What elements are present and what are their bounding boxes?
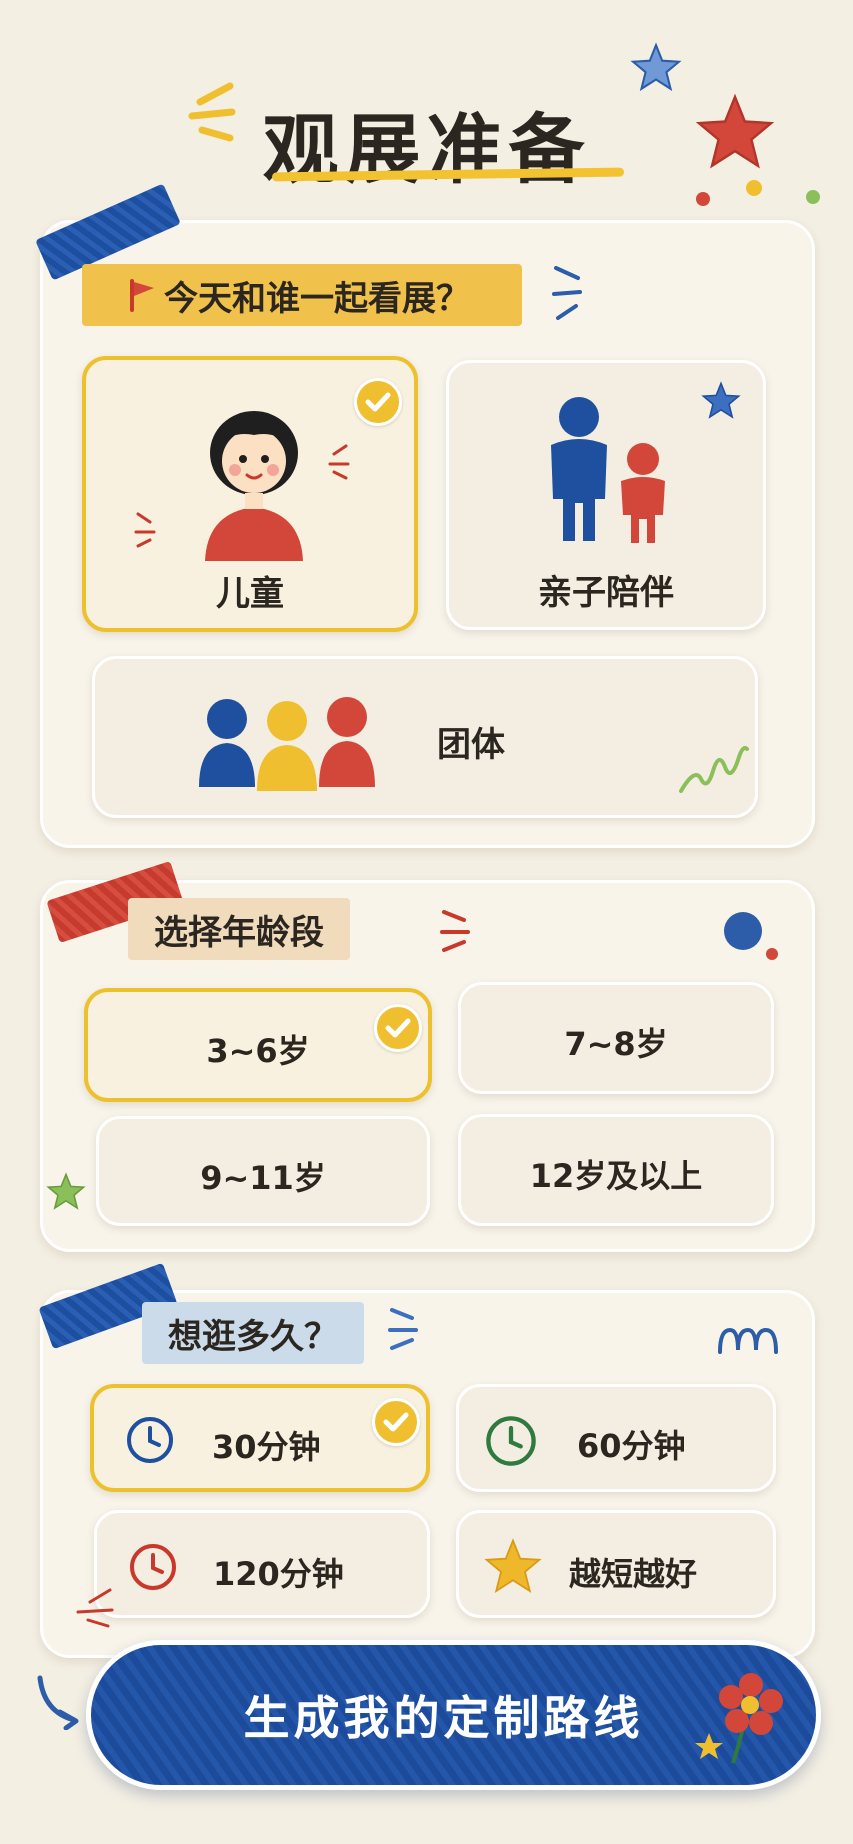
option-parent-child[interactable]: 亲子陪伴 bbox=[446, 360, 766, 630]
checkmark-icon bbox=[354, 378, 402, 426]
clock-icon bbox=[486, 1416, 536, 1466]
parent-child-icon bbox=[551, 397, 665, 543]
age-option-7-8[interactable]: 7~8岁 bbox=[458, 982, 774, 1094]
option-label: 越短越好 bbox=[569, 1555, 698, 1593]
flag-icon bbox=[130, 279, 154, 312]
option-label: 儿童 bbox=[216, 574, 284, 614]
age-tag: 选择年龄段 bbox=[128, 898, 350, 960]
star-icon bbox=[484, 1538, 542, 1593]
option-label: 亲子陪伴 bbox=[538, 573, 674, 613]
page-title: 观展准备 bbox=[262, 105, 591, 194]
option-label: 9~11岁 bbox=[200, 1159, 326, 1197]
duration-tag: 想逛多久？ bbox=[142, 1302, 364, 1364]
option-label: 7~8岁 bbox=[564, 1025, 668, 1063]
option-child[interactable]: 儿童 bbox=[82, 356, 418, 632]
checkmark-icon bbox=[374, 1004, 422, 1052]
companion-tag: 今天和谁一起看展？ bbox=[82, 264, 522, 326]
age-option-3-6[interactable]: 3~6岁 bbox=[84, 988, 432, 1102]
star-icon bbox=[630, 42, 682, 92]
doodle-lines-icon bbox=[76, 1588, 114, 1628]
option-label: 120分钟 bbox=[213, 1555, 344, 1593]
clock-icon bbox=[127, 1417, 173, 1463]
dot-icon bbox=[766, 948, 778, 960]
doodle-lines-icon bbox=[388, 1308, 418, 1350]
child-icon bbox=[205, 411, 303, 561]
duration-label: 想逛多久？ bbox=[168, 1316, 338, 1357]
duration-option-shortest[interactable]: 越短越好 bbox=[456, 1510, 776, 1618]
duration-option-120[interactable]: 120分钟 bbox=[94, 1510, 430, 1618]
generate-route-button[interactable]: 生成我的定制路线 bbox=[86, 1640, 821, 1790]
squiggle-icon bbox=[718, 1327, 778, 1354]
dot-icon bbox=[724, 912, 762, 950]
arrow-icon bbox=[37, 1675, 79, 1730]
option-label: 30分钟 bbox=[212, 1428, 321, 1466]
duration-option-30[interactable]: 30分钟 bbox=[90, 1384, 430, 1492]
age-option-9-11[interactable]: 9~11岁 bbox=[96, 1116, 430, 1226]
doodle-lines-icon bbox=[552, 266, 582, 320]
doodle-lines-icon bbox=[328, 444, 350, 480]
cta-label: 生成我的定制路线 bbox=[243, 1691, 644, 1745]
clock-icon bbox=[130, 1544, 176, 1590]
doodle-lines-icon bbox=[440, 910, 470, 952]
companion-label: 今天和谁一起看展？ bbox=[164, 278, 470, 319]
option-label: 12岁及以上 bbox=[529, 1157, 703, 1195]
group-icon bbox=[199, 697, 375, 791]
option-group[interactable]: 团体 bbox=[92, 656, 758, 818]
star-icon bbox=[46, 1172, 86, 1210]
option-label: 60分钟 bbox=[577, 1427, 686, 1465]
checkmark-icon bbox=[372, 1398, 420, 1446]
doodle-lines-icon bbox=[134, 512, 156, 548]
age-option-12-plus[interactable]: 12岁及以上 bbox=[458, 1114, 774, 1226]
duration-option-60[interactable]: 60分钟 bbox=[456, 1384, 776, 1492]
flower-icon bbox=[695, 1673, 783, 1764]
age-label: 选择年龄段 bbox=[154, 912, 324, 953]
option-label: 团体 bbox=[437, 725, 505, 765]
squiggle-icon bbox=[679, 746, 749, 793]
star-icon bbox=[701, 381, 741, 419]
